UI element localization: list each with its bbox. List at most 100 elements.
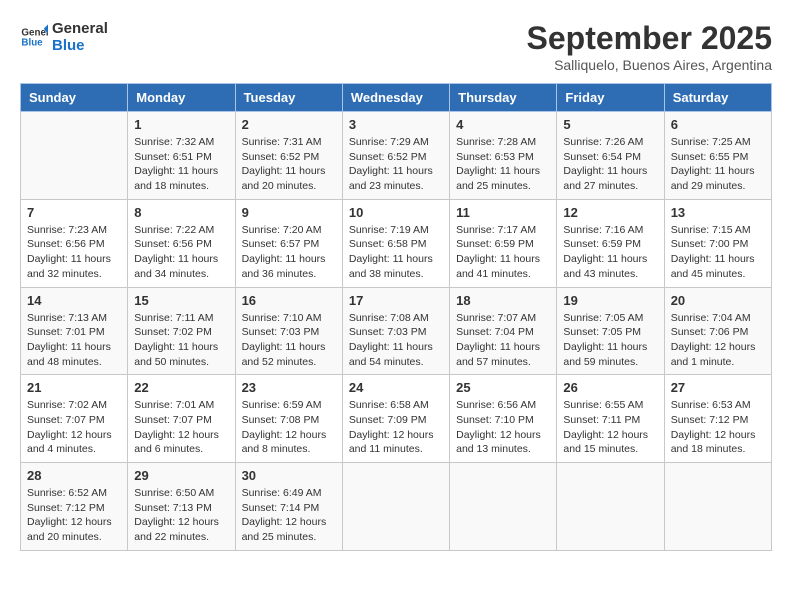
weekday-tuesday: Tuesday <box>235 84 342 112</box>
day-number: 14 <box>27 293 121 308</box>
day-info: Sunrise: 7:05 AM Sunset: 7:05 PM Dayligh… <box>563 311 657 370</box>
day-number: 19 <box>563 293 657 308</box>
calendar-cell: 16 Sunrise: 7:10 AM Sunset: 7:03 PM Dayli… <box>235 287 342 375</box>
calendar-cell: 3 Sunrise: 7:29 AM Sunset: 6:52 PM Daylig… <box>342 112 449 200</box>
day-info: Sunrise: 7:23 AM Sunset: 6:56 PM Dayligh… <box>27 223 121 282</box>
calendar-cell <box>664 463 771 551</box>
day-number: 11 <box>456 205 550 220</box>
day-number: 26 <box>563 380 657 395</box>
week-row-4: 21 Sunrise: 7:02 AM Sunset: 7:07 PM Dayli… <box>21 375 772 463</box>
calendar-cell: 30 Sunrise: 6:49 AM Sunset: 7:14 PM Dayli… <box>235 463 342 551</box>
day-info: Sunrise: 6:50 AM Sunset: 7:13 PM Dayligh… <box>134 486 228 545</box>
day-info: Sunrise: 7:16 AM Sunset: 6:59 PM Dayligh… <box>563 223 657 282</box>
calendar-cell: 5 Sunrise: 7:26 AM Sunset: 6:54 PM Daylig… <box>557 112 664 200</box>
day-number: 10 <box>349 205 443 220</box>
calendar-cell: 28 Sunrise: 6:52 AM Sunset: 7:12 PM Dayli… <box>21 463 128 551</box>
calendar-cell: 29 Sunrise: 6:50 AM Sunset: 7:13 PM Dayli… <box>128 463 235 551</box>
day-info: Sunrise: 6:53 AM Sunset: 7:12 PM Dayligh… <box>671 398 765 457</box>
logo-general: General <box>52 20 108 37</box>
day-number: 5 <box>563 117 657 132</box>
day-number: 4 <box>456 117 550 132</box>
day-number: 23 <box>242 380 336 395</box>
day-number: 25 <box>456 380 550 395</box>
day-info: Sunrise: 7:15 AM Sunset: 7:00 PM Dayligh… <box>671 223 765 282</box>
day-info: Sunrise: 6:52 AM Sunset: 7:12 PM Dayligh… <box>27 486 121 545</box>
logo-icon: General Blue <box>20 23 48 51</box>
day-info: Sunrise: 7:02 AM Sunset: 7:07 PM Dayligh… <box>27 398 121 457</box>
week-row-2: 7 Sunrise: 7:23 AM Sunset: 6:56 PM Daylig… <box>21 199 772 287</box>
calendar-cell: 1 Sunrise: 7:32 AM Sunset: 6:51 PM Daylig… <box>128 112 235 200</box>
month-title: September 2025 <box>527 20 772 57</box>
calendar-cell: 8Sunrise: 7:22 AM Sunset: 6:56 PM Daylig… <box>128 199 235 287</box>
day-number: 2 <box>242 117 336 132</box>
svg-text:Blue: Blue <box>21 38 43 49</box>
day-info: Sunrise: 7:20 AM Sunset: 6:57 PM Dayligh… <box>242 223 336 282</box>
calendar-cell: 4 Sunrise: 7:28 AM Sunset: 6:53 PM Daylig… <box>450 112 557 200</box>
day-info: Sunrise: 7:29 AM Sunset: 6:52 PM Dayligh… <box>349 135 443 194</box>
day-number: 21 <box>27 380 121 395</box>
day-number: 6 <box>671 117 765 132</box>
day-info: Sunrise: 6:58 AM Sunset: 7:09 PM Dayligh… <box>349 398 443 457</box>
day-number: 3 <box>349 117 443 132</box>
calendar-cell: 10 Sunrise: 7:19 AM Sunset: 6:58 PM Dayli… <box>342 199 449 287</box>
day-number: 18 <box>456 293 550 308</box>
day-number: 29 <box>134 468 228 483</box>
day-info: Sunrise: 7:28 AM Sunset: 6:53 PM Dayligh… <box>456 135 550 194</box>
day-number: 9 <box>242 205 336 220</box>
calendar-cell: 27Sunrise: 6:53 AM Sunset: 7:12 PM Dayli… <box>664 375 771 463</box>
calendar-cell: 24 Sunrise: 6:58 AM Sunset: 7:09 PM Dayli… <box>342 375 449 463</box>
calendar-cell <box>557 463 664 551</box>
day-number: 30 <box>242 468 336 483</box>
day-info: Sunrise: 7:19 AM Sunset: 6:58 PM Dayligh… <box>349 223 443 282</box>
calendar-cell: 6 Sunrise: 7:25 AM Sunset: 6:55 PM Daylig… <box>664 112 771 200</box>
logo: General Blue General Blue <box>20 20 108 55</box>
day-number: 28 <box>27 468 121 483</box>
calendar-cell <box>342 463 449 551</box>
day-info: Sunrise: 7:01 AM Sunset: 7:07 PM Dayligh… <box>134 398 228 457</box>
day-info: Sunrise: 7:08 AM Sunset: 7:03 PM Dayligh… <box>349 311 443 370</box>
day-number: 16 <box>242 293 336 308</box>
day-info: Sunrise: 7:11 AM Sunset: 7:02 PM Dayligh… <box>134 311 228 370</box>
day-info: Sunrise: 7:13 AM Sunset: 7:01 PM Dayligh… <box>27 311 121 370</box>
day-info: Sunrise: 6:55 AM Sunset: 7:11 PM Dayligh… <box>563 398 657 457</box>
calendar-cell: 13Sunrise: 7:15 AM Sunset: 7:00 PM Dayli… <box>664 199 771 287</box>
day-info: Sunrise: 7:04 AM Sunset: 7:06 PM Dayligh… <box>671 311 765 370</box>
weekday-saturday: Saturday <box>664 84 771 112</box>
day-number: 12 <box>563 205 657 220</box>
calendar-cell: 12 Sunrise: 7:16 AM Sunset: 6:59 PM Dayli… <box>557 199 664 287</box>
week-row-3: 14 Sunrise: 7:13 AM Sunset: 7:01 PM Dayli… <box>21 287 772 375</box>
calendar-cell: 7 Sunrise: 7:23 AM Sunset: 6:56 PM Daylig… <box>21 199 128 287</box>
calendar-cell: 25 Sunrise: 6:56 AM Sunset: 7:10 PM Dayli… <box>450 375 557 463</box>
calendar-cell: 26 Sunrise: 6:55 AM Sunset: 7:11 PM Dayli… <box>557 375 664 463</box>
day-number: 7 <box>27 205 121 220</box>
calendar-cell: 18 Sunrise: 7:07 AM Sunset: 7:04 PM Dayli… <box>450 287 557 375</box>
weekday-thursday: Thursday <box>450 84 557 112</box>
day-info: Sunrise: 7:22 AM Sunset: 6:56 PM Dayligh… <box>134 223 228 282</box>
calendar-table: SundayMondayTuesdayWednesdayThursdayFrid… <box>20 83 772 551</box>
day-info: Sunrise: 7:10 AM Sunset: 7:03 PM Dayligh… <box>242 311 336 370</box>
day-info: Sunrise: 7:26 AM Sunset: 6:54 PM Dayligh… <box>563 135 657 194</box>
day-info: Sunrise: 6:56 AM Sunset: 7:10 PM Dayligh… <box>456 398 550 457</box>
calendar-cell: 17 Sunrise: 7:08 AM Sunset: 7:03 PM Dayli… <box>342 287 449 375</box>
calendar-cell: 23 Sunrise: 6:59 AM Sunset: 7:08 PM Dayli… <box>235 375 342 463</box>
calendar-body: 1 Sunrise: 7:32 AM Sunset: 6:51 PM Daylig… <box>21 112 772 551</box>
day-number: 17 <box>349 293 443 308</box>
day-info: Sunrise: 6:49 AM Sunset: 7:14 PM Dayligh… <box>242 486 336 545</box>
page-header: General Blue General Blue September 2025… <box>20 20 772 73</box>
day-number: 24 <box>349 380 443 395</box>
day-number: 1 <box>134 117 228 132</box>
day-info: Sunrise: 7:32 AM Sunset: 6:51 PM Dayligh… <box>134 135 228 194</box>
day-number: 15 <box>134 293 228 308</box>
calendar-cell: 21 Sunrise: 7:02 AM Sunset: 7:07 PM Dayli… <box>21 375 128 463</box>
day-info: Sunrise: 7:07 AM Sunset: 7:04 PM Dayligh… <box>456 311 550 370</box>
day-info: Sunrise: 7:17 AM Sunset: 6:59 PM Dayligh… <box>456 223 550 282</box>
week-row-1: 1 Sunrise: 7:32 AM Sunset: 6:51 PM Daylig… <box>21 112 772 200</box>
weekday-friday: Friday <box>557 84 664 112</box>
calendar-cell: 15 Sunrise: 7:11 AM Sunset: 7:02 PM Dayli… <box>128 287 235 375</box>
day-info: Sunrise: 7:25 AM Sunset: 6:55 PM Dayligh… <box>671 135 765 194</box>
calendar-cell: 22Sunrise: 7:01 AM Sunset: 7:07 PM Dayli… <box>128 375 235 463</box>
day-info: Sunrise: 6:59 AM Sunset: 7:08 PM Dayligh… <box>242 398 336 457</box>
calendar-cell: 14 Sunrise: 7:13 AM Sunset: 7:01 PM Dayli… <box>21 287 128 375</box>
calendar-cell: 2Sunrise: 7:31 AM Sunset: 6:52 PM Daylig… <box>235 112 342 200</box>
calendar-cell: 11 Sunrise: 7:17 AM Sunset: 6:59 PM Dayli… <box>450 199 557 287</box>
